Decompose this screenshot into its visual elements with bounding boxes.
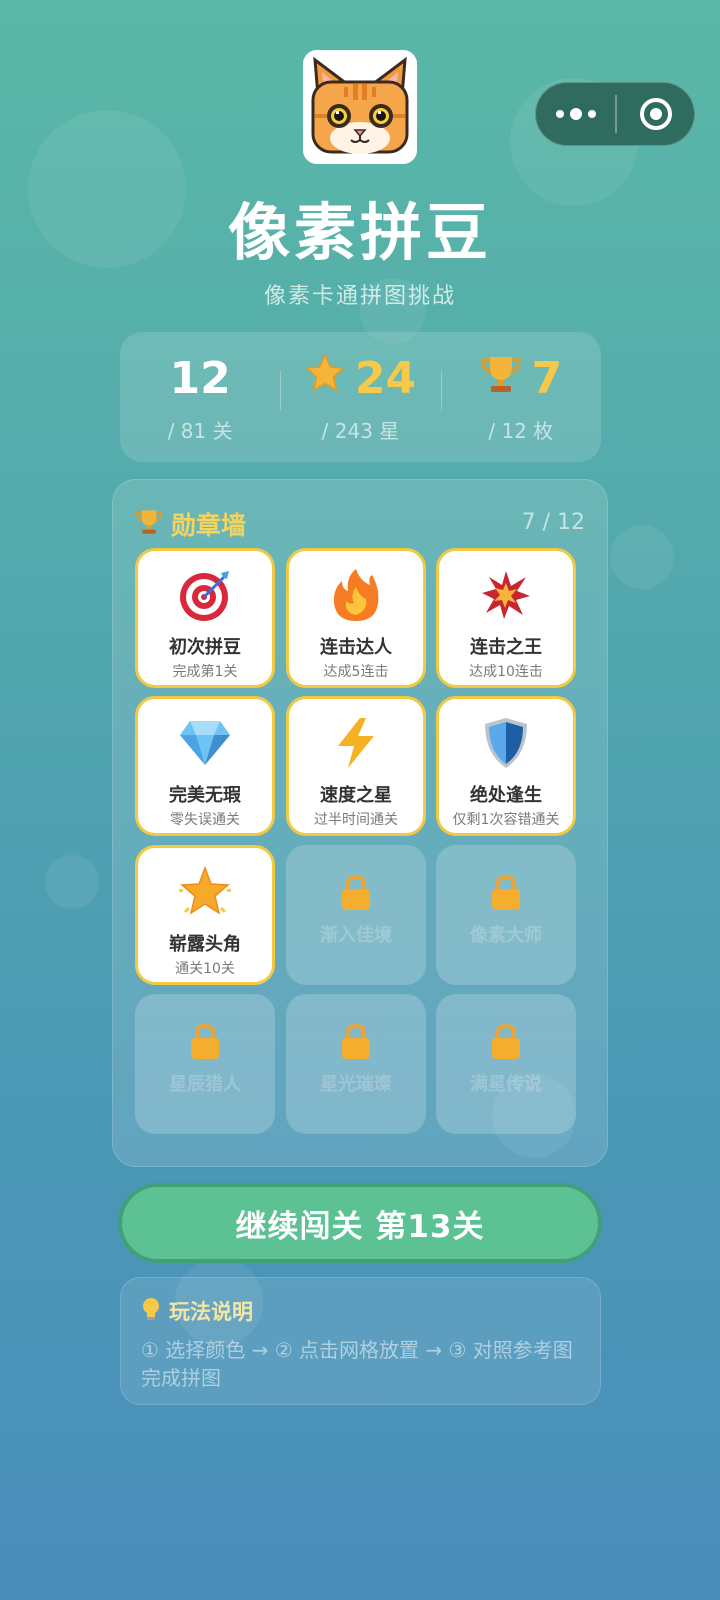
badge-name: 初次拼豆 (169, 637, 241, 658)
lock-icon (286, 1018, 426, 1066)
badge-card[interactable]: 连击达人 达成5连击 (286, 548, 426, 688)
target-icon (639, 98, 672, 130)
close-miniprogram-button[interactable] (617, 83, 694, 145)
trophy-icon (480, 352, 522, 405)
badge-card[interactable]: 崭露头角 通关10关 (135, 845, 275, 985)
target-dart-icon (138, 565, 272, 625)
badge-wall-title: 勋章墙 (171, 511, 247, 540)
badge-name: 像素大师 (470, 925, 542, 946)
badge-desc: 达成5连击 (323, 664, 389, 680)
badge-name: 绝处逢生 (470, 785, 542, 806)
badge-card[interactable]: 完美无瑕 零失误通关 (135, 696, 275, 836)
miniprogram-capsule (535, 82, 695, 146)
more-button[interactable] (536, 83, 615, 145)
stars-total: / 243 星 (321, 418, 400, 443)
badge-card-locked[interactable]: 星光璀璨 (286, 994, 426, 1134)
stat-badges: 7 / 12 枚 (440, 351, 601, 444)
lock-icon (286, 869, 426, 917)
badge-card-locked[interactable]: 星辰猎人 (135, 994, 275, 1134)
badge-desc: 仅剩1次容错通关 (452, 812, 560, 828)
stat-levels: 12 / 81 关 (120, 351, 280, 444)
badge-desc: 零失误通关 (170, 812, 240, 828)
levels-count: 12 (169, 353, 231, 404)
lightbulb-icon (141, 1297, 161, 1326)
stars-count: 24 (354, 353, 417, 404)
help-text: ① 选择颜色 → ② 点击网格放置 → ③ 对照参考图完成拼图 (141, 1338, 573, 1390)
badges-total: / 12 枚 (488, 418, 554, 443)
badge-name: 连击之王 (470, 637, 542, 658)
badge-wall: 勋章墙 7 / 12 初次拼豆 完成第1关 连击达人 达成5连击 连击之王 达成… (112, 479, 608, 1167)
badge-name: 连击达人 (320, 637, 392, 658)
badge-desc: 通关10关 (175, 961, 235, 977)
badge-desc: 完成第1关 (172, 664, 238, 680)
badge-name: 崭露头角 (169, 934, 241, 955)
badge-name: 渐入佳境 (320, 925, 392, 946)
explosion-icon (439, 565, 573, 625)
diamond-icon (138, 713, 272, 773)
bg-bubble (610, 525, 674, 589)
help-title: 玩法说明 (169, 1300, 253, 1324)
lightning-icon (289, 713, 423, 773)
how-to-play-panel: 玩法说明 ① 选择颜色 → ② 点击网格放置 → ③ 对照参考图完成拼图 (120, 1277, 601, 1405)
badge-name: 星辰猎人 (169, 1074, 241, 1095)
badge-name: 速度之星 (320, 785, 392, 806)
badge-card-locked[interactable]: 渐入佳境 (286, 845, 426, 985)
badge-name: 完美无瑕 (169, 785, 241, 806)
page-title: 像素拼豆 (227, 196, 492, 269)
star-icon (305, 353, 345, 404)
badge-card[interactable]: 绝处逢生 仅剩1次容错通关 (436, 696, 576, 836)
levels-total: / 81 关 (167, 418, 233, 443)
continue-button[interactable]: 继续闯关 第13关 (118, 1183, 602, 1263)
stats-panel: 12 / 81 关 24 / 243 星 7 / 12 枚 (120, 332, 601, 462)
shield-icon (439, 713, 573, 773)
fire-icon (289, 565, 423, 625)
badge-name: 满星传说 (470, 1074, 542, 1095)
glowing-star-icon (138, 862, 272, 922)
badges-count: 7 (531, 353, 563, 404)
lock-icon (436, 869, 576, 917)
more-dots-icon (555, 110, 564, 118)
badge-card[interactable]: 速度之星 过半时间通关 (286, 696, 426, 836)
badge-wall-count: 7 / 12 (521, 510, 585, 535)
badge-desc: 过半时间通关 (314, 812, 398, 828)
bg-bubble (45, 855, 99, 909)
badge-card[interactable]: 连击之王 达成10连击 (436, 548, 576, 688)
lock-icon (436, 1018, 576, 1066)
badge-desc: 达成10连击 (469, 664, 543, 680)
stat-stars: 24 / 243 星 (280, 351, 440, 444)
badge-name: 星光璀璨 (320, 1074, 392, 1095)
lock-icon (135, 1018, 275, 1066)
badge-card-locked[interactable]: 像素大师 (436, 845, 576, 985)
trophy-icon (135, 507, 163, 541)
badge-card[interactable]: 初次拼豆 完成第1关 (135, 548, 275, 688)
pixel-cat-icon (303, 50, 417, 164)
page-subtitle: 像素卡通拼图挑战 (263, 284, 456, 309)
badge-card-locked[interactable]: 满星传说 (436, 994, 576, 1134)
